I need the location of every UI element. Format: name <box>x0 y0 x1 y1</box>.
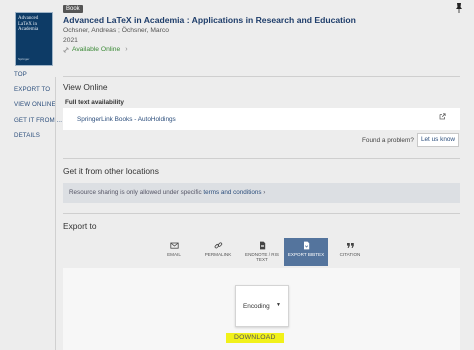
pin-icon[interactable] <box>455 3 463 13</box>
availability-text: Available Online <box>72 46 121 53</box>
link-icon <box>214 242 222 249</box>
tab-label: ENDNOTE / RIS TEXT <box>245 252 279 262</box>
section-divider <box>63 76 460 77</box>
book-cover[interactable]: Advanced LaTeX in Academia Springer <box>15 12 53 66</box>
tab-label: CITATION <box>339 252 361 257</box>
tab-label: EMAIL <box>167 252 181 257</box>
tab-email[interactable]: EMAIL <box>152 238 196 266</box>
email-icon <box>169 242 179 249</box>
chevron-right-icon: › <box>125 46 128 53</box>
encoding-label: Encoding <box>243 303 270 310</box>
file-icon <box>303 241 309 250</box>
tab-label: PERMALINK <box>204 252 232 257</box>
download-button[interactable]: DOWNLOAD <box>226 333 284 343</box>
cover-title: Advanced LaTeX in Academia <box>18 16 39 33</box>
tab-endnote-ris[interactable]: ENDNOTE / RIS TEXT <box>240 238 284 266</box>
type-badge: Book <box>63 5 83 13</box>
nav-divider <box>55 77 56 350</box>
record-authors: Ochsner, Andreas ; Öchsner, Marco <box>63 27 169 34</box>
document-icon <box>259 241 265 250</box>
fulltext-label: Full text availability <box>65 99 124 106</box>
tab-label: EXPORT BIBTEX <box>287 252 325 257</box>
view-online-heading: View Online <box>63 82 108 92</box>
found-problem-text: Found a problem? <box>362 137 414 144</box>
fulltext-service-card[interactable]: SpringerLink Books - AutoHoldings <box>63 108 460 130</box>
tab-citation[interactable]: CITATION <box>328 238 372 266</box>
export-heading: Export to <box>63 221 97 231</box>
encoding-select[interactable]: Encoding ▼ <box>235 285 289 327</box>
resource-sharing-notice: Resource sharing is only allowed under s… <box>63 183 460 203</box>
quote-icon <box>346 243 354 248</box>
tab-export-bibtex[interactable]: EXPORT BIBTEX <box>284 238 328 266</box>
caret-down-icon: ▼ <box>276 302 281 308</box>
let-us-know-button[interactable]: Let us know <box>417 133 459 147</box>
record-year: 2021 <box>63 37 78 44</box>
tab-permalink[interactable]: PERMALINK <box>196 238 240 266</box>
notice-text: Resource sharing is only allowed under s… <box>69 189 202 196</box>
record-title[interactable]: Advanced LaTeX in Academia : Application… <box>63 15 356 25</box>
export-panel: Encoding ▼ DOWNLOAD <box>63 268 460 350</box>
availability-link[interactable]: Available Online › <box>63 46 128 53</box>
terms-link[interactable]: terms and conditions <box>203 189 261 196</box>
section-divider <box>63 158 460 159</box>
external-link-icon[interactable] <box>439 113 446 120</box>
get-it-heading: Get it from other locations <box>63 166 159 176</box>
springerlink-link[interactable]: SpringerLink Books - AutoHoldings <box>77 116 176 123</box>
chevron-right-icon: › <box>263 189 266 196</box>
export-tabs: EMAIL PERMALINK ENDNOTE / RIS TEXT EXPOR… <box>152 238 372 266</box>
link-icon <box>63 46 69 53</box>
section-divider <box>63 213 460 214</box>
cover-publisher: Springer <box>18 57 30 61</box>
